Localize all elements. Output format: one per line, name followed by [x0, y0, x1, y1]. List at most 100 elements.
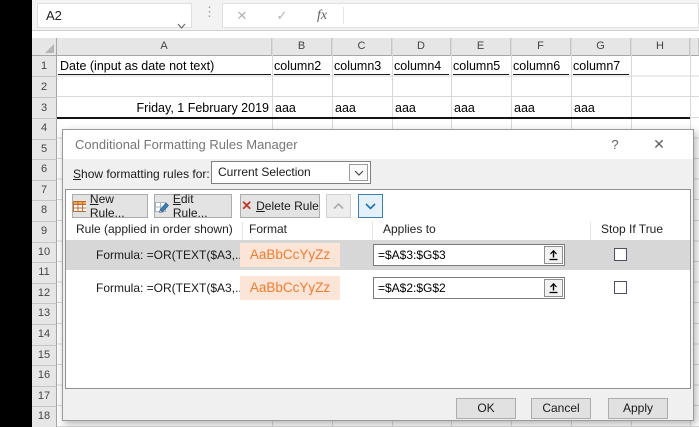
cancel-icon[interactable]: ✕ [231, 4, 253, 27]
col-header-format: Format [249, 222, 287, 242]
enter-icon[interactable]: ✓ [271, 4, 293, 27]
row-header[interactable]: 11 [32, 263, 57, 284]
scope-combobox-value: Current Selection [218, 162, 311, 183]
formula-input[interactable] [347, 4, 697, 27]
column-header-d[interactable]: D [392, 38, 451, 56]
ok-button[interactable]: OK [456, 398, 516, 419]
rules-listbox: New Rule... Edit Rule... ✕ Delete Rule [65, 189, 691, 389]
cancel-button[interactable]: Cancel [531, 398, 591, 419]
dialog-titlebar[interactable]: Conditional Formatting Rules Manager ? ✕ [63, 130, 693, 159]
new-rule-label: New Rule... [90, 192, 147, 220]
scope-combobox[interactable]: Current Selection [211, 161, 371, 184]
close-icon[interactable]: ✕ [643, 130, 675, 159]
rule-row-2[interactable]: Formula: =OR(TEXT($A3,... AaBbCcYyZz [66, 274, 690, 302]
cell-c3[interactable]: aaa [335, 98, 390, 119]
rule-row-1[interactable]: Formula: =OR(TEXT($A3,... AaBbCcYyZz [66, 240, 690, 270]
row-header[interactable]: 15 [32, 346, 57, 367]
formula-bar-divider [343, 7, 344, 24]
insert-function-icon[interactable]: fx [311, 4, 333, 27]
chevron-up-icon [333, 203, 344, 210]
col-header-stop-if-true: Stop If True [601, 222, 663, 242]
name-box[interactable]: A2 [37, 3, 192, 28]
chevron-down-icon[interactable] [349, 164, 368, 181]
column-header-a[interactable]: A [57, 38, 272, 56]
delete-rule-button[interactable]: ✕ Delete Rule [240, 194, 320, 218]
row-header[interactable]: 2 [32, 77, 57, 98]
edit-rule-button[interactable]: Edit Rule... [154, 194, 232, 218]
row-header[interactable]: 4 [32, 119, 57, 140]
column-header-e[interactable]: E [451, 38, 511, 56]
collapse-dialog-icon[interactable] [544, 279, 563, 297]
row-header[interactable]: 5 [32, 140, 57, 161]
column-header-h[interactable]: H [631, 38, 690, 56]
row-header[interactable]: 10 [32, 243, 57, 264]
row-header[interactable]: 6 [32, 160, 57, 181]
show-rules-for-label: Show formatting rules for: [73, 167, 210, 181]
rule-formula: Formula: =OR(TEXT($A3,... [96, 240, 245, 270]
format-preview: AaBbCcYyZz [240, 243, 340, 267]
applies-to-field [373, 244, 565, 266]
new-rule-table-icon [73, 200, 86, 213]
delete-x-icon: ✕ [241, 198, 252, 214]
cell-e1[interactable]: column5 [453, 56, 509, 75]
select-all-triangle-icon [45, 44, 54, 53]
row3-thick-border [57, 117, 690, 119]
cell-a3[interactable]: Friday, 1 February 2019 [57, 98, 269, 119]
row-header[interactable]: 13 [32, 304, 57, 325]
cell-e3[interactable]: aaa [454, 98, 509, 119]
column-header-c[interactable]: C [332, 38, 392, 56]
column-header-g[interactable]: G [571, 38, 631, 56]
apply-button[interactable]: Apply [608, 398, 668, 419]
chevron-down-icon [365, 203, 376, 210]
dialog-title: Conditional Formatting Rules Manager [75, 130, 298, 159]
row-headers: 1 2 3 4 5 6 7 8 9 10 11 12 13 14 15 16 1… [32, 56, 57, 427]
help-icon[interactable]: ? [599, 130, 631, 159]
column-header-f[interactable]: F [511, 38, 571, 56]
col-header-applies-to: Applies to [383, 222, 436, 242]
stop-if-true-checkbox[interactable] [614, 281, 627, 294]
name-box-value: A2 [46, 8, 62, 23]
cell-g3[interactable]: aaa [574, 98, 629, 119]
formula-bar-group: ✕ ✓ fx [222, 3, 699, 28]
formula-bar-row: A2 ⋮ ✕ ✓ fx [0, 0, 699, 31]
applies-to-input[interactable] [374, 278, 542, 298]
format-preview: AaBbCcYyZz [240, 276, 340, 300]
column-headers: A B C D E F G H [57, 38, 699, 56]
applies-to-input[interactable] [374, 245, 542, 265]
name-box-dropdown-icon[interactable] [177, 13, 186, 36]
cell-a1[interactable]: Date (input as date not text) [58, 56, 271, 75]
row-header[interactable]: 16 [32, 366, 57, 387]
left-black-strip [0, 0, 32, 427]
cell-b1[interactable]: column2 [274, 56, 330, 75]
new-rule-button[interactable]: New Rule... [72, 194, 148, 218]
cell-g1[interactable]: column7 [573, 56, 629, 75]
row-header[interactable]: 8 [32, 201, 57, 222]
row-header[interactable]: 9 [32, 222, 57, 243]
row-header[interactable]: 7 [32, 181, 57, 202]
edit-rule-pencil-icon [155, 200, 169, 213]
cell-b3[interactable]: aaa [275, 98, 330, 119]
delete-rule-label: Delete Rule [256, 199, 319, 213]
select-all-button[interactable] [32, 38, 57, 56]
column-header-b[interactable]: B [272, 38, 332, 56]
stop-if-true-checkbox[interactable] [614, 248, 627, 261]
move-rule-up-button[interactable] [326, 194, 351, 218]
row-header[interactable]: 17 [32, 387, 57, 408]
move-rule-down-button[interactable] [358, 194, 383, 218]
rule-formula: Formula: =OR(TEXT($A3,... [96, 274, 245, 302]
collapse-dialog-icon[interactable] [544, 246, 563, 264]
conditional-formatting-rules-manager-dialog: Conditional Formatting Rules Manager ? ✕… [62, 129, 694, 421]
row-header[interactable]: 3 [32, 98, 57, 119]
cell-f3[interactable]: aaa [514, 98, 569, 119]
applies-to-field [373, 277, 565, 299]
cell-f1[interactable]: column6 [513, 56, 569, 75]
cell-d1[interactable]: column4 [394, 56, 449, 75]
row-header[interactable]: 18 [32, 407, 57, 427]
excel-window: A2 ⋮ ✕ ✓ fx A B C D E F G H 1 2 3 4 5 6 … [0, 0, 699, 427]
cell-d3[interactable]: aaa [395, 98, 449, 119]
row-header[interactable]: 12 [32, 284, 57, 305]
cell-c1[interactable]: column3 [334, 56, 390, 75]
row-header[interactable]: 1 [32, 56, 57, 77]
row-header[interactable]: 14 [32, 325, 57, 346]
col-header-rule: Rule (applied in order shown) [76, 222, 233, 242]
